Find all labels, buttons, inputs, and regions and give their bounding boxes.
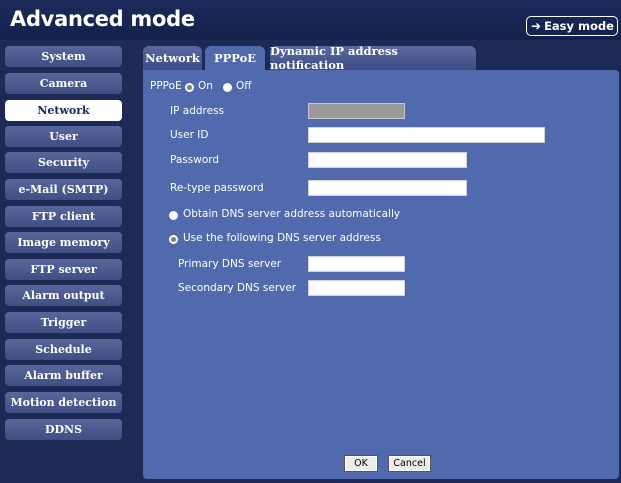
sidebar-item-ftp-server[interactable]: FTP server xyxy=(5,259,122,280)
sidebar-item-ddns[interactable]: DDNS xyxy=(5,419,122,440)
user-id-label: User ID xyxy=(170,129,209,141)
primary-dns-field[interactable] xyxy=(308,256,405,272)
sidebar-item-network[interactable]: Network xyxy=(5,100,122,121)
easy-mode-button[interactable]: ➜ Easy mode xyxy=(526,16,618,36)
cancel-button[interactable]: Cancel xyxy=(388,455,431,472)
easy-mode-label: Easy mode xyxy=(544,19,614,33)
user-id-field[interactable] xyxy=(308,127,545,143)
ip-address-label: IP address xyxy=(170,105,225,117)
pppoe-off-radio[interactable] xyxy=(223,83,232,92)
pppoe-on-radio[interactable] xyxy=(185,83,194,92)
sidebar-item-motion-detection[interactable]: Motion detection xyxy=(5,392,122,413)
sidebar-item-trigger[interactable]: Trigger xyxy=(5,312,122,333)
ok-button[interactable]: OK xyxy=(344,455,378,472)
dns-manual-label: Use the following DNS server address xyxy=(183,232,381,244)
password-label: Password xyxy=(170,154,220,166)
secondary-dns-field[interactable] xyxy=(308,280,405,296)
pppoe-off-label: Off xyxy=(236,80,252,92)
sidebar-item-alarm-output[interactable]: Alarm output xyxy=(5,285,122,306)
secondary-dns-label: Secondary DNS server xyxy=(178,282,297,294)
page-title: Advanced mode xyxy=(10,7,195,31)
sidebar-item-user[interactable]: User xyxy=(5,126,122,147)
sidebar-item-schedule[interactable]: Schedule xyxy=(5,339,122,360)
sidebar-item-system[interactable]: System xyxy=(5,46,122,67)
retype-password-field[interactable] xyxy=(308,180,467,196)
sidebar-item-security[interactable]: Security xyxy=(5,152,122,173)
ip-address-field xyxy=(308,103,405,119)
tab-dynamic-ip-notification[interactable]: Dynamic IP address notification xyxy=(270,44,476,72)
pppoe-settings-panel: PPPoE On Off IP address User ID Password… xyxy=(143,70,619,479)
tab-network[interactable]: Network xyxy=(143,46,202,70)
dns-auto-label: Obtain DNS server address automatically xyxy=(183,208,401,220)
dns-auto-radio[interactable] xyxy=(169,211,178,220)
sidebar-item-camera[interactable]: Camera xyxy=(5,73,122,94)
retype-password-label: Re-type password xyxy=(170,182,264,194)
dns-manual-radio[interactable] xyxy=(169,235,178,244)
arrow-right-icon: ➜ xyxy=(531,19,542,33)
sidebar-item-image-memory[interactable]: Image memory xyxy=(5,232,122,253)
sidebar-item-email-smtp[interactable]: e-Mail (SMTP) xyxy=(5,179,122,200)
sidebar-item-ftp-client[interactable]: FTP client xyxy=(5,206,122,227)
header-bar: Advanced mode ➜ Easy mode xyxy=(0,0,621,40)
pppoe-on-label: On xyxy=(198,80,213,92)
tab-pppoe[interactable]: PPPoE xyxy=(205,46,265,70)
sidebar-item-alarm-buffer[interactable]: Alarm buffer xyxy=(5,365,122,386)
password-field[interactable] xyxy=(308,152,467,168)
primary-dns-label: Primary DNS server xyxy=(178,258,282,270)
pppoe-label: PPPoE xyxy=(150,80,182,92)
